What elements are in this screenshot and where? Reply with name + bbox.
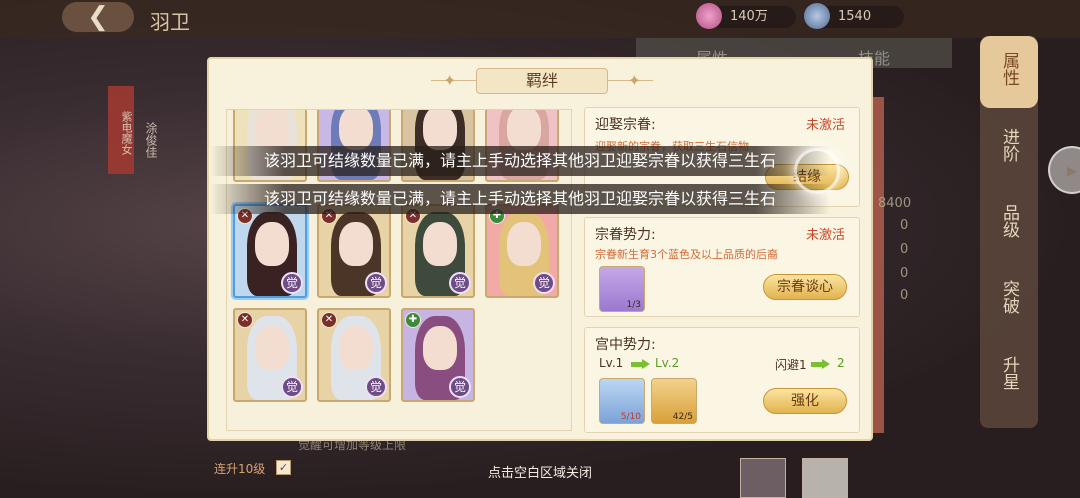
awakened-badge: 觉 — [533, 272, 555, 294]
portrait-face — [507, 222, 541, 266]
level-to: Lv.2 — [655, 356, 680, 370]
panel-title: 宗眷势力: — [595, 227, 656, 243]
ornament-icon: ✦ — [627, 71, 641, 90]
panel-title: 宫中势力: — [595, 337, 656, 353]
currency-gems[interactable]: 1540 — [804, 3, 904, 29]
ornament-icon: ✦ — [443, 71, 457, 90]
item-count: 1/3 — [626, 300, 641, 310]
back-button[interactable]: ❮ — [62, 2, 134, 32]
arrow-right-icon — [811, 359, 831, 369]
portrait-face — [339, 326, 373, 370]
bond-panel-family: 宗眷势力: 未激活 宗眷新生育3个蓝色及以上品质的后裔 1/3 宗眷谈心 — [584, 217, 860, 317]
tab-grade[interactable]: 品级 — [980, 204, 1038, 264]
tab-advance[interactable]: 进阶 — [980, 128, 1038, 188]
status-inactive: 未激活 — [805, 118, 845, 133]
red-gift-item-icon[interactable]: 1/3 — [599, 266, 645, 312]
guard-card[interactable]: ✕ 觉 — [233, 308, 307, 402]
awakened-badge: 觉 — [281, 272, 303, 294]
guard-card[interactable]: ✕ 觉 — [401, 204, 475, 298]
card-corner-icon: ✕ — [321, 312, 337, 328]
guard-card[interactable]: ✕ 觉 — [233, 204, 307, 298]
card-corner-icon: ✕ — [237, 312, 253, 328]
bg-stat-zero: 0 — [900, 288, 909, 303]
tab-attributes[interactable]: 属性 — [980, 36, 1038, 108]
guard-title-label: 紫电魔女 — [108, 86, 134, 174]
strengthen-button[interactable]: 强化 — [763, 388, 847, 414]
guard-card[interactable]: ✕ 觉 — [317, 308, 391, 402]
bond-panel-palace: 宫中势力: Lv.1 Lv.2 闪避1 2 5/10 42/5 强化 — [584, 327, 860, 433]
tap-glow-indicator — [794, 148, 840, 194]
back-arrow-icon: ❮ — [87, 2, 109, 32]
portrait-face — [339, 222, 373, 266]
portrait-face — [423, 222, 457, 266]
portrait-face — [255, 326, 289, 370]
guard-card[interactable]: ✕ 觉 — [317, 204, 391, 298]
awakened-badge: 觉 — [449, 272, 471, 294]
guard-name-label: 涂俊佳 — [144, 122, 158, 158]
portrait-face — [423, 110, 457, 150]
status-inactive: 未激活 — [805, 228, 845, 243]
bond-dialog: ✦ 羁绊 ✦ ✕觉✕觉✕觉✚觉✕觉✕觉✚觉 迎娶宗眷: 未激活 迎娶新的宗眷，获… — [207, 57, 873, 441]
awakened-badge: 觉 — [365, 272, 387, 294]
awakened-badge: 觉 — [449, 376, 471, 398]
blue-crystal-item-icon[interactable]: 5/10 — [599, 378, 645, 424]
tab-star-up[interactable]: 升星 — [980, 356, 1038, 416]
bg-stat-zero: 0 — [900, 266, 909, 281]
pink-coin-icon — [696, 3, 722, 29]
top-bar: ❮ 羽卫 140万 1540 — [0, 0, 1080, 38]
dodge-label: 闪避1 — [775, 358, 807, 372]
dialog-title: 羁绊 — [476, 68, 608, 94]
portrait-face — [255, 110, 289, 150]
page-title: 羽卫 — [150, 10, 190, 34]
panel-desc: 宗眷新生育3个蓝色及以上品质的后裔 — [595, 248, 778, 261]
portrait-face — [507, 110, 541, 150]
card-corner-icon: ✚ — [405, 312, 421, 328]
arrow-right-icon — [631, 359, 651, 369]
awakened-badge: 觉 — [365, 376, 387, 398]
bg-stat-value: 8400 — [878, 196, 912, 211]
level-from: Lv.1 — [599, 356, 624, 370]
guard-card[interactable]: ✚ 觉 — [485, 204, 559, 298]
family-chat-button[interactable]: 宗眷谈心 — [763, 274, 847, 300]
guard-card[interactable]: ✚ 觉 — [401, 308, 475, 402]
side-tab-bar: 属性 进阶 品级 突破 升星 — [980, 36, 1038, 428]
tab-breakthrough[interactable]: 突破 — [980, 280, 1038, 340]
close-hint[interactable]: 点击空白区域关闭 — [0, 462, 1080, 481]
panel-title: 迎娶宗眷: — [595, 117, 656, 133]
item-count: 5/10 — [620, 412, 641, 422]
awakened-badge: 觉 — [281, 376, 303, 398]
portrait-face — [255, 222, 289, 266]
portrait-face — [339, 110, 373, 150]
currency-coins[interactable]: 140万 — [696, 3, 796, 29]
item-count: 42/5 — [672, 412, 693, 422]
bg-stat-zero: 0 — [900, 242, 909, 257]
portrait-face — [423, 326, 457, 370]
gold-crystal-item-icon[interactable]: 42/5 — [651, 378, 697, 424]
chevron-right-icon: ▸ — [1066, 158, 1078, 182]
dodge-to: 2 — [837, 356, 845, 370]
dialog-header: ✦ 羁绊 ✦ — [431, 67, 653, 95]
toast-message: 该羽卫可结缘数量已满，请主上手动选择其他羽卫迎娶宗眷以获得三生石 — [210, 184, 830, 214]
blue-gem-icon — [804, 3, 830, 29]
toast-message: 该羽卫可结缘数量已满，请主上手动选择其他羽卫迎娶宗眷以获得三生石 — [210, 146, 830, 176]
bg-stat-zero: 0 — [900, 218, 909, 233]
